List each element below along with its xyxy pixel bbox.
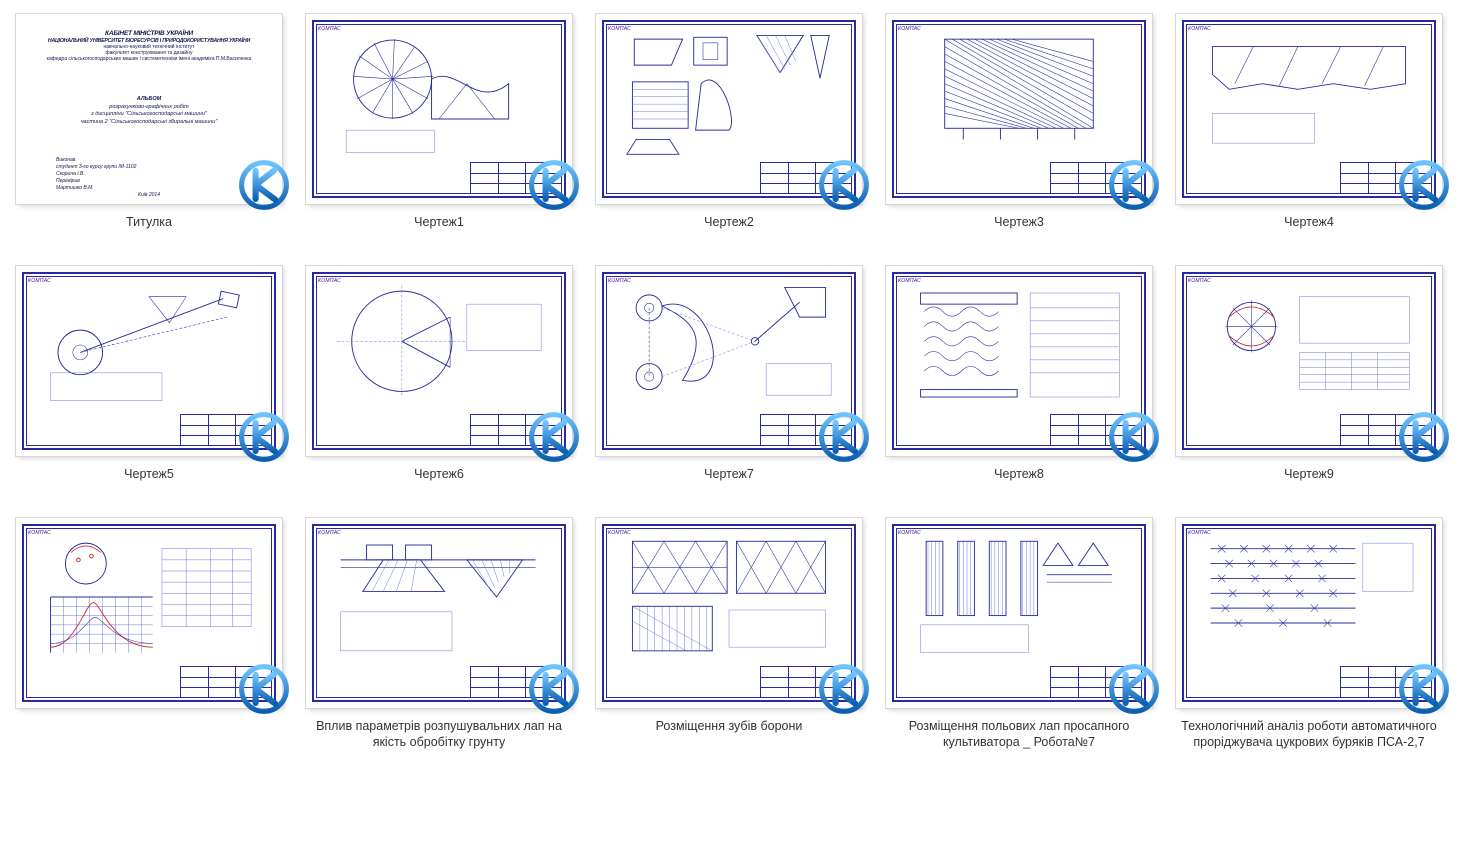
file-caption: Технологічний аналіз роботи автоматичног… xyxy=(1173,719,1445,751)
title-block xyxy=(470,666,562,698)
thumbnail-grid: КАБІНЕТ МІНІСТРІВ УКРАЇНИ НАЦІОНАЛЬНИЙ У… xyxy=(6,6,1474,758)
drawing-content xyxy=(610,532,848,662)
file-caption: Чертеж7 xyxy=(704,467,754,499)
file-thumbnail[interactable]: КОМПАС xyxy=(1166,510,1452,758)
title-block xyxy=(470,414,562,446)
drawing-content xyxy=(610,280,848,410)
thumbnail-image: КОМПАС xyxy=(1170,9,1448,209)
file-thumbnail[interactable]: КОМПАС Чертеж xyxy=(1166,258,1452,506)
drawing-content xyxy=(900,28,1138,158)
thumbnail-image: КОМПАС xyxy=(300,261,578,461)
thumbnail-image: КОМПАС xyxy=(300,9,578,209)
file-thumbnail[interactable]: КОМПАС Чертеж7 xyxy=(586,258,872,506)
file-caption: Чертеж9 xyxy=(1284,467,1334,499)
file-thumbnail[interactable]: КОМПАС xyxy=(6,510,292,758)
file-thumbnail[interactable]: КОМПАС Чертеж1 xyxy=(296,6,582,254)
drawing-content xyxy=(1190,532,1428,662)
file-caption: Чертеж6 xyxy=(414,467,464,499)
file-caption: Вплив параметрів розпушувальних лап на я… xyxy=(303,719,575,751)
thumbnail-image: КАБІНЕТ МІНІСТРІВ УКРАЇНИ НАЦІОНАЛЬНИЙ У… xyxy=(10,9,288,209)
thumbnail-image: КОМПАС xyxy=(880,9,1158,209)
file-thumbnail[interactable]: КОМПАС Розміщення поль xyxy=(876,510,1162,758)
file-caption: Чертеж2 xyxy=(704,215,754,247)
title-block xyxy=(1050,666,1142,698)
title-block xyxy=(760,666,852,698)
file-caption: Розміщення польових лап просапного культ… xyxy=(883,719,1155,751)
drawing-content xyxy=(610,28,848,158)
drawing-content xyxy=(1190,28,1428,158)
thumbnail-image: КОМПАС xyxy=(10,513,288,713)
drawing-content xyxy=(1190,280,1428,410)
file-caption: Розміщення зубів борони xyxy=(656,719,803,751)
file-caption: Чертеж5 xyxy=(124,467,174,499)
thumbnail-image: КОМПАС xyxy=(590,261,868,461)
file-caption: Чертеж3 xyxy=(994,215,1044,247)
thumbnail-image: КОМПАС xyxy=(880,513,1158,713)
thumbnail-image: КОМПАС xyxy=(10,261,288,461)
file-caption: Титулка xyxy=(126,215,172,247)
title-block xyxy=(760,414,852,446)
file-thumbnail[interactable]: КАБІНЕТ МІНІСТРІВ УКРАЇНИ НАЦІОНАЛЬНИЙ У… xyxy=(6,6,292,254)
title-block xyxy=(470,162,562,194)
thumbnail-image: КОМПАС xyxy=(300,513,578,713)
drawing-content xyxy=(30,280,268,410)
drawing-content xyxy=(30,532,268,662)
drawing-content xyxy=(900,532,1138,662)
title-block xyxy=(1340,666,1432,698)
drawing-content xyxy=(320,28,558,158)
file-thumbnail[interactable]: КОМПАС Чертеж2 xyxy=(586,6,872,254)
file-caption: Чертеж8 xyxy=(994,467,1044,499)
title-block xyxy=(1050,414,1142,446)
file-caption: Чертеж1 xyxy=(414,215,464,247)
file-thumbnail[interactable]: КОМПАС Вплив параметрів розпушувальних л… xyxy=(296,510,582,758)
thumbnail-image: КОМПАС xyxy=(1170,261,1448,461)
title-page-content: КАБІНЕТ МІНІСТРІВ УКРАЇНИ НАЦІОНАЛЬНИЙ У… xyxy=(28,26,270,192)
thumbnail-image: КОМПАС xyxy=(1170,513,1448,713)
file-thumbnail[interactable]: КОМПАС Черте xyxy=(876,6,1162,254)
title-block xyxy=(760,162,852,194)
thumbnail-image: КОМПАС xyxy=(590,513,868,713)
file-caption: Чертеж4 xyxy=(1284,215,1334,247)
title-block xyxy=(180,666,272,698)
thumbnail-image: КОМПАС xyxy=(880,261,1158,461)
file-thumbnail[interactable]: КОМПАС Чертеж8 xyxy=(876,258,1162,506)
thumbnail-image: КОМПАС xyxy=(590,9,868,209)
drawing-content xyxy=(320,280,558,410)
title-block xyxy=(180,414,272,446)
title-block xyxy=(1340,162,1432,194)
file-thumbnail[interactable]: КОМПАС Чертеж4 xyxy=(1166,6,1452,254)
drawing-content xyxy=(900,280,1138,410)
file-thumbnail[interactable]: КОМПАС Чертеж6 xyxy=(296,258,582,506)
title-block xyxy=(1340,414,1432,446)
file-thumbnail[interactable]: КОМПАС Чертеж5 xyxy=(6,258,292,506)
title-block xyxy=(1050,162,1142,194)
file-thumbnail[interactable]: КОМПАС xyxy=(586,510,872,758)
drawing-content xyxy=(320,532,558,662)
